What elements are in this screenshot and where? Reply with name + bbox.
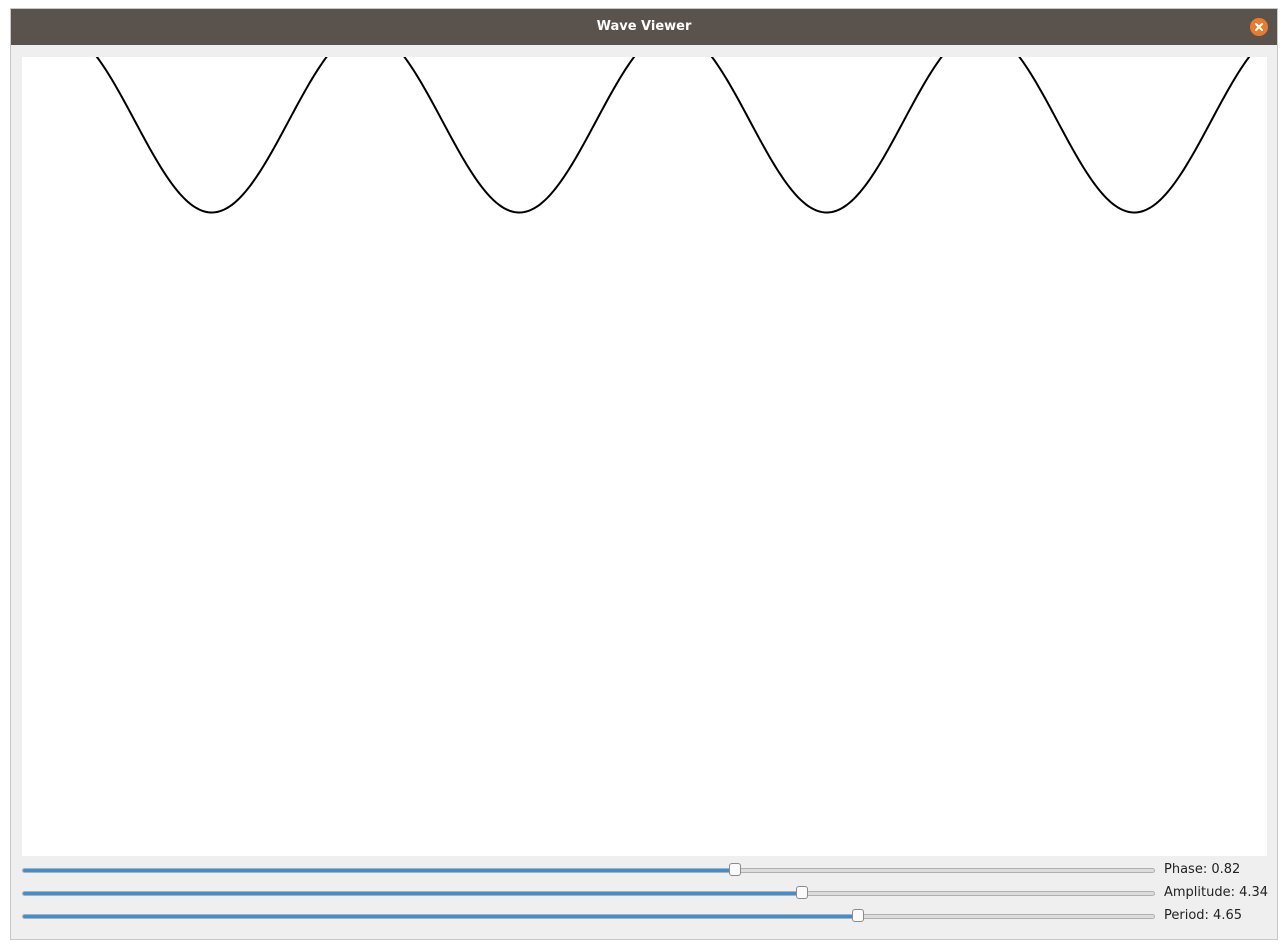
amplitude-slider-handle[interactable] bbox=[795, 886, 808, 899]
period-slider-track[interactable] bbox=[22, 914, 1155, 919]
amplitude-slider-track[interactable] bbox=[22, 891, 1155, 896]
wave-curve bbox=[95, 57, 1251, 214]
amplitude-label: Amplitude: 4.34 bbox=[1164, 885, 1269, 900]
close-icon[interactable] bbox=[1250, 18, 1268, 36]
wave-viewer-window: Wave Viewer Phase: 0.82 Amplitude: 4.34 … bbox=[10, 8, 1278, 940]
phase-slider-track[interactable] bbox=[22, 868, 1155, 873]
amplitude-slider-fill bbox=[23, 892, 803, 895]
period-slider-fill bbox=[23, 915, 860, 918]
period-slider-handle[interactable] bbox=[852, 909, 865, 922]
amplitude-slider[interactable]: Amplitude: 4.34 bbox=[22, 885, 1269, 901]
phase-slider-fill bbox=[23, 869, 736, 872]
period-slider[interactable]: Period: 4.65 bbox=[22, 908, 1267, 924]
phase-slider-handle[interactable] bbox=[728, 863, 741, 876]
phase-slider[interactable]: Phase: 0.82 bbox=[22, 862, 1267, 878]
phase-label: Phase: 0.82 bbox=[1164, 862, 1241, 877]
window-title: Wave Viewer bbox=[596, 19, 692, 34]
wave-plot bbox=[95, 57, 1251, 214]
period-label: Period: 4.65 bbox=[1164, 908, 1242, 923]
wave-plot-canvas bbox=[22, 57, 1267, 856]
title-bar[interactable]: Wave Viewer bbox=[11, 9, 1277, 45]
